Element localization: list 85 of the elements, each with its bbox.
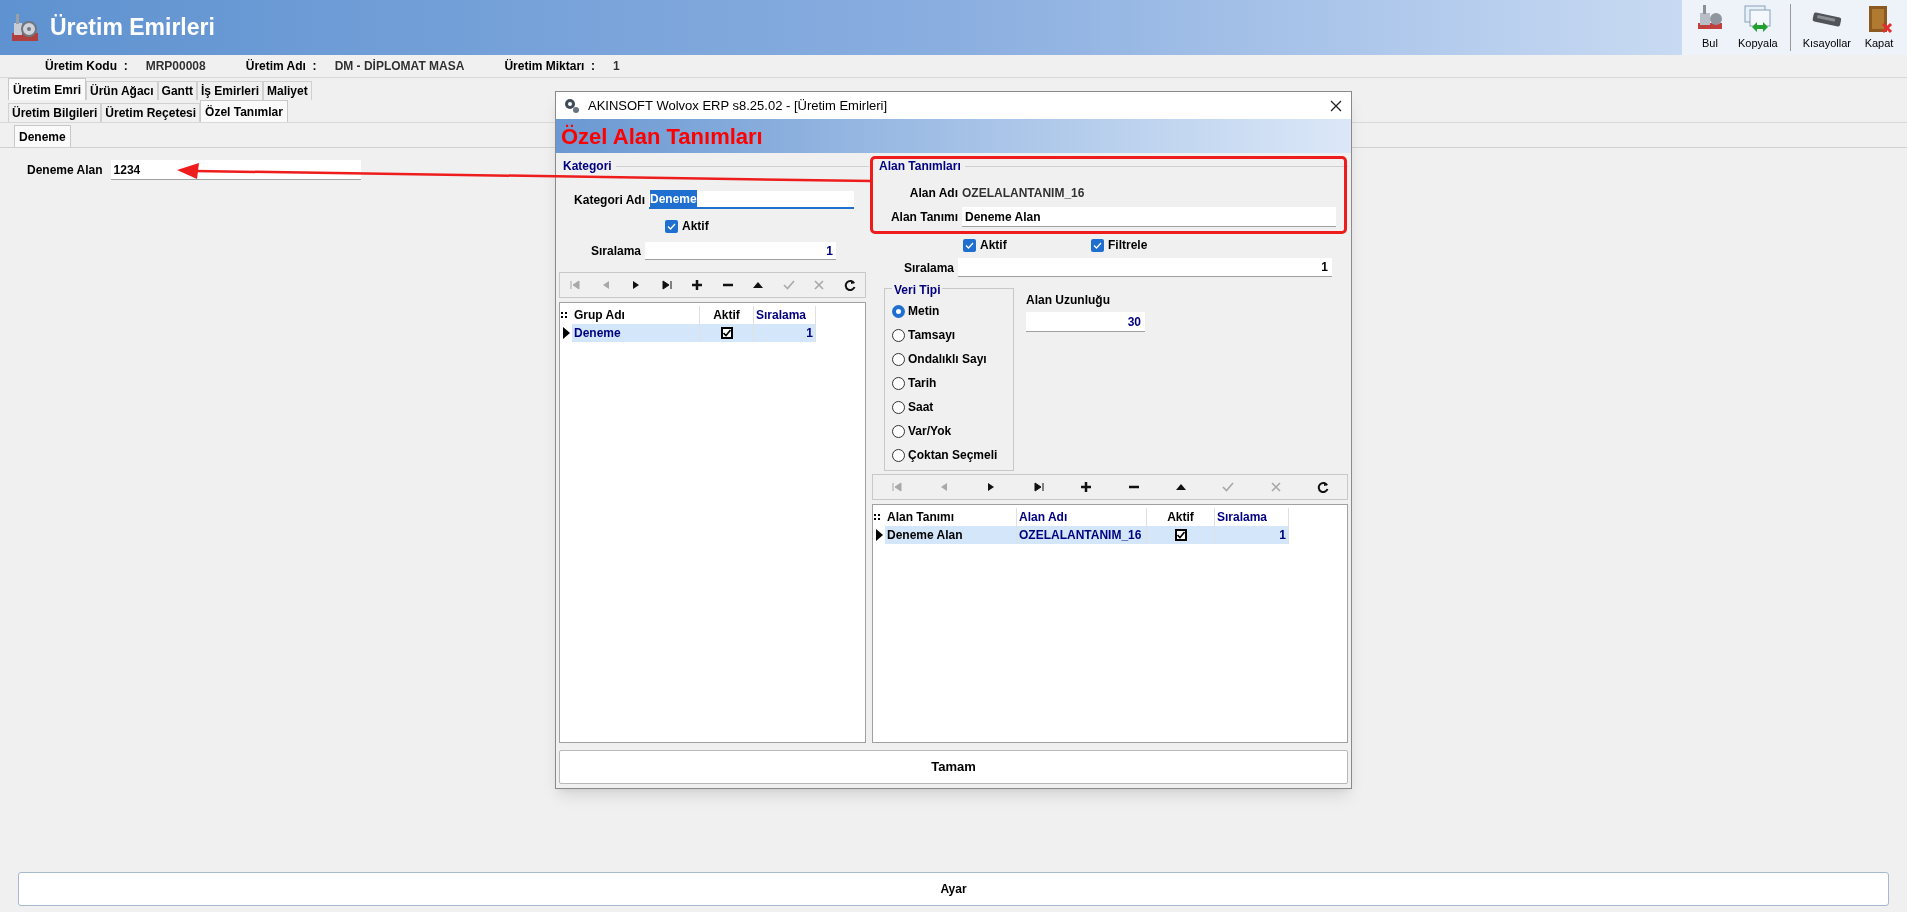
ok-button[interactable]: Tamam	[559, 750, 1348, 784]
tab[interactable]: Maliyet	[262, 81, 312, 100]
refresh-icon	[1316, 480, 1331, 494]
input-field[interactable]: Deneme Alan	[962, 207, 1336, 227]
close-icon	[1268, 480, 1283, 494]
tab[interactable]: Deneme	[14, 125, 71, 147]
input-field[interactable]: 1	[645, 242, 836, 260]
table-cell: 1	[1215, 526, 1289, 544]
field-label: Alan Tanımı	[889, 209, 958, 226]
selected-row[interactable]: Deneme 1	[572, 324, 816, 342]
field-label: Kategori Adı	[573, 192, 645, 209]
check-icon	[1221, 480, 1236, 494]
input-field[interactable]: Deneme	[649, 191, 854, 209]
skip-first-icon	[889, 480, 904, 494]
checkbox-label: Aktif	[980, 237, 1007, 254]
radio-button[interactable]	[892, 448, 905, 462]
radio-button[interactable]	[892, 352, 905, 366]
radio-button[interactable]	[892, 328, 905, 342]
radio-button[interactable]	[892, 376, 905, 390]
info-value: MRP00008	[145, 58, 206, 75]
field-label: Alan Uzunluğu	[1026, 292, 1111, 309]
table-cell: Deneme	[572, 324, 700, 342]
info-value: 1	[613, 58, 620, 75]
info-value: DM - DİPLOMAT MASA	[334, 58, 465, 75]
checkbox[interactable]	[1091, 238, 1104, 252]
dialog-title: AKINSOFT Wolvox ERP s8.25.02 - [Üretim Emirleri]	[588, 96, 889, 115]
field-label: Sıralama	[589, 243, 641, 260]
refresh-icon	[842, 278, 857, 292]
checkbox[interactable]	[665, 219, 678, 233]
radio-label: Saat	[908, 399, 934, 416]
tab[interactable]: Üretim Bilgileri	[8, 103, 102, 122]
field-value: Deneme	[650, 190, 697, 208]
table-cell: 1	[754, 324, 816, 342]
toolbar-button[interactable]: Bul	[1689, 0, 1730, 55]
input-field[interactable]: 30	[1026, 312, 1145, 332]
tab[interactable]: Ürün Ağacı	[86, 81, 158, 100]
tab[interactable]: Üretim Reçetesi	[101, 103, 201, 122]
radio-label: Tarih	[908, 375, 937, 392]
selected-row[interactable]: Deneme Alan OZELALANTANIM_16 1	[885, 526, 1289, 544]
field-label: Sıralama	[902, 259, 954, 277]
tab[interactable]: Üretim Emri	[8, 78, 87, 100]
radio-label: Tamsayı	[908, 327, 956, 344]
tab[interactable]: Gantt	[157, 81, 197, 100]
plus-icon	[690, 278, 705, 292]
info-label: Üretim Kodu :	[45, 58, 128, 75]
gears-icon	[564, 97, 580, 114]
radio-label: Çoktan Seçmeli	[908, 447, 998, 464]
tab[interactable]: Özel Tanımlar	[200, 100, 288, 122]
radio-label: Metin	[908, 303, 940, 320]
field-value: OZELALANTANIM_16	[962, 185, 1085, 202]
check-icon	[781, 278, 796, 292]
group-title: Alan Tanımları	[879, 158, 961, 175]
field-label: Deneme Alan	[27, 162, 103, 179]
skip-first-icon	[568, 278, 583, 292]
radio-button[interactable]	[892, 400, 905, 414]
radio-button[interactable]	[892, 304, 905, 318]
checkbox[interactable]	[1174, 529, 1187, 541]
table-cell: Deneme Alan	[885, 526, 1017, 544]
plus-icon	[1079, 480, 1094, 494]
radio-label: Ondalıklı Sayı	[908, 351, 987, 368]
info-label: Üretim Miktarı :	[504, 58, 596, 75]
toolbar-button[interactable]: Kısayollar	[1798, 0, 1855, 55]
group-title: Kategori	[563, 158, 612, 175]
skip-last-icon	[659, 278, 674, 292]
field-label: Alan Adı	[908, 185, 958, 202]
radio-label: Var/Yok	[908, 423, 952, 440]
window-title: Üretim Emirleri	[50, 13, 215, 43]
skip-last-icon	[1031, 480, 1046, 494]
table-cell: OZELALANTANIM_16	[1017, 526, 1147, 544]
row-pointer-icon	[875, 529, 883, 541]
ayar-button[interactable]: Ayar	[18, 872, 1889, 906]
toolbar-button[interactable]: Kapat	[1859, 0, 1899, 55]
checkbox-label: Filtrele	[1108, 237, 1148, 254]
checkbox[interactable]	[963, 238, 976, 252]
checkbox[interactable]	[720, 327, 733, 339]
row-pointer-icon	[562, 327, 570, 339]
toolbar-button[interactable]: Kopyala	[1733, 0, 1782, 55]
info-label: Üretim Adı :	[245, 58, 317, 75]
close-icon	[812, 278, 827, 292]
close-icon	[1329, 98, 1343, 113]
input-field[interactable]: 1	[958, 258, 1332, 277]
radio-button[interactable]	[892, 424, 905, 438]
tab[interactable]: İş Emirleri	[196, 81, 263, 100]
checkbox-label: Aktif	[682, 218, 709, 235]
dialog-heading: Özel Alan Tanımları	[561, 122, 763, 151]
